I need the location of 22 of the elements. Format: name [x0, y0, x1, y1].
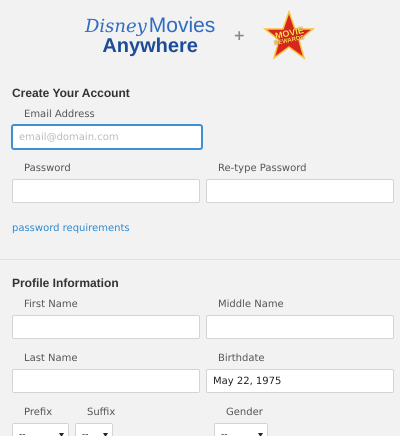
field-label: Birthdate — [217, 352, 266, 366]
field-label: Prefix — [23, 406, 54, 420]
plus-sign: + — [233, 28, 246, 44]
field-label: Re-type Password — [217, 162, 308, 176]
field-label: Gender — [225, 406, 264, 420]
caret-icon — [258, 433, 263, 436]
field-label: First Name — [23, 298, 79, 312]
select-field[interactable]: -- — [214, 423, 268, 436]
select-field[interactable]: -- — [75, 423, 113, 436]
field-label: Email Address — [23, 108, 96, 122]
field-label: Password — [23, 162, 72, 176]
field-label: Last Name — [23, 352, 79, 366]
brand-logo: DisneyMovies Anywhere — [84, 15, 216, 57]
input-field[interactable]: email@domain.com — [12, 125, 202, 149]
field-label: Suffix — [86, 406, 113, 420]
caret-icon — [103, 433, 108, 436]
field-label: Middle Name — [217, 298, 285, 312]
select-field[interactable]: -- — [12, 423, 69, 436]
section-heading: Create Your Account — [12, 86, 131, 100]
caret-icon — [59, 433, 64, 436]
section-heading: Profile Information — [12, 276, 120, 290]
input-field[interactable]: May 22, 1975 — [206, 369, 394, 393]
